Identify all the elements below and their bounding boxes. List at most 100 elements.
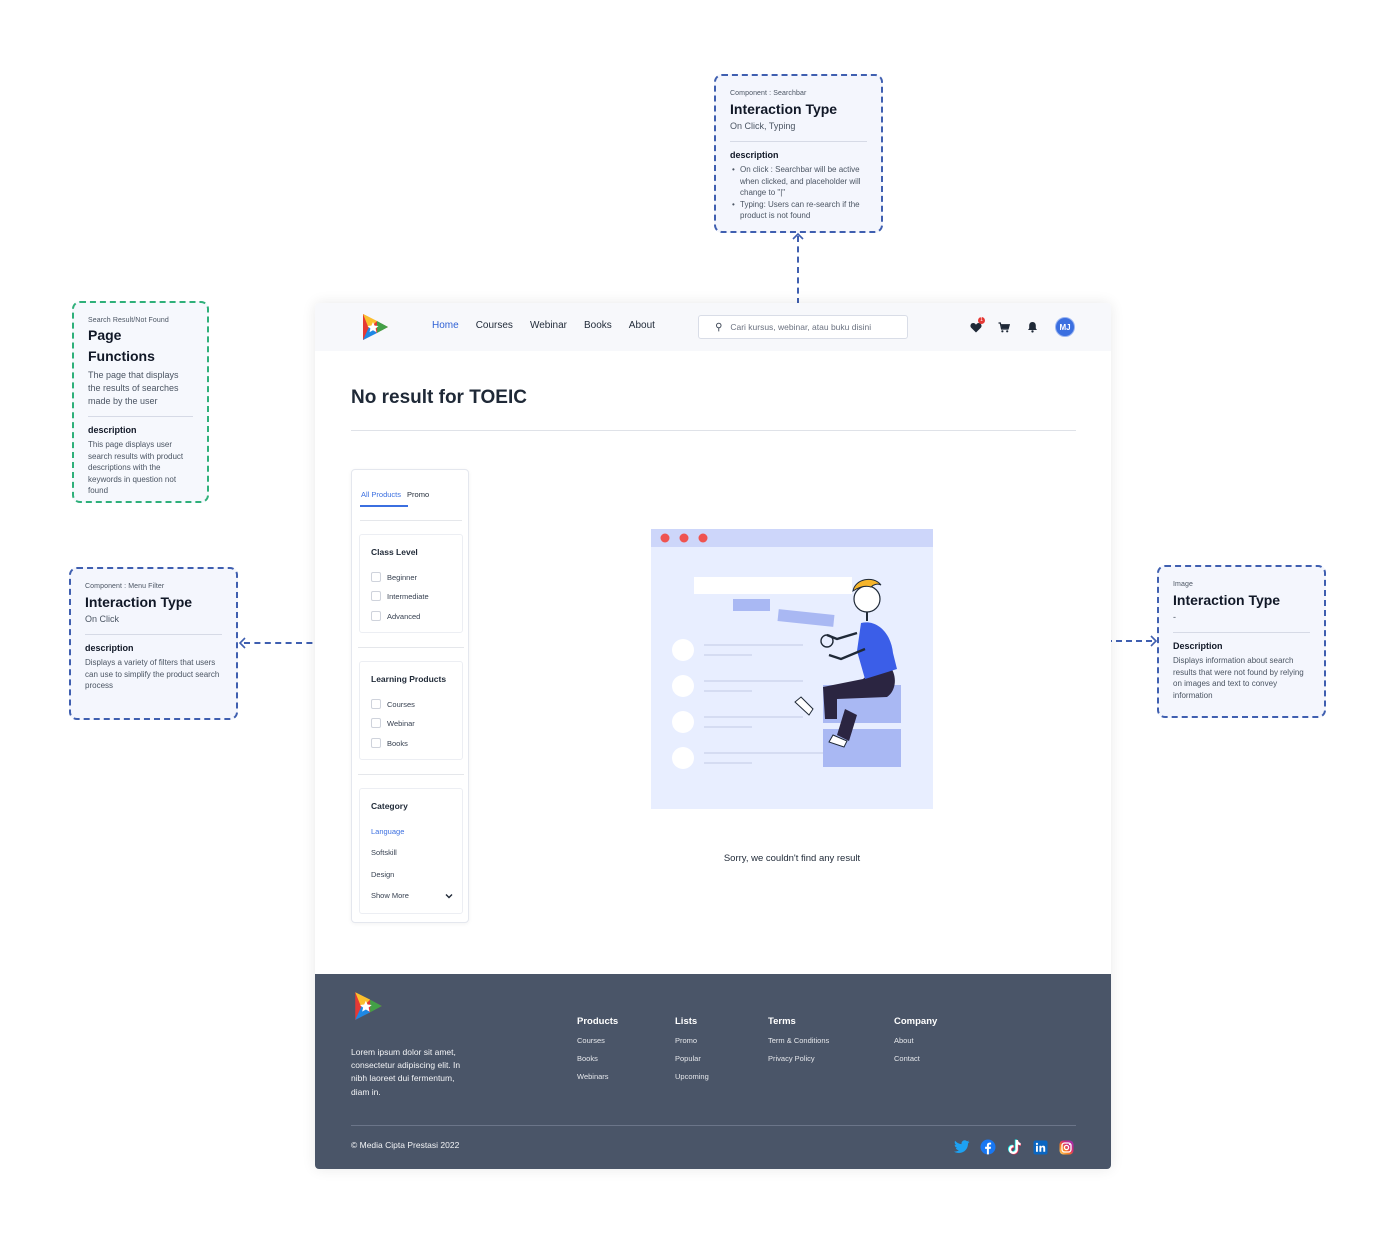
footer-logo-icon[interactable] [351, 989, 385, 1023]
annotation-tag: Component : Searchbar [730, 90, 807, 97]
checkbox-beginner[interactable]: Beginner [371, 572, 417, 582]
learning-products-group: Learning Products Courses Webinar Books [359, 661, 463, 760]
nav-link-about[interactable]: About [629, 320, 655, 331]
learning-products-title: Learning Products [371, 674, 447, 684]
cart-button[interactable] [993, 316, 1015, 338]
checkbox-label: Intermediate [387, 591, 429, 601]
category-item-design[interactable]: Design [371, 870, 394, 879]
footer-link[interactable]: Webinars [577, 1072, 618, 1081]
notification-button[interactable] [1021, 316, 1043, 338]
footer-column-terms: Terms Term & Conditions Privacy Policy [768, 1016, 829, 1072]
footer-link[interactable]: Popular [675, 1054, 709, 1063]
active-tab-indicator [360, 505, 408, 507]
page-title: No result for TOEIC [351, 387, 527, 408]
footer-link[interactable]: Promo [675, 1036, 709, 1045]
category-item-softskill[interactable]: Softskill [371, 848, 397, 857]
checkbox-box[interactable] [371, 718, 381, 728]
search-input[interactable] [730, 322, 901, 332]
footer-link[interactable]: About [894, 1036, 937, 1045]
checkbox-books[interactable]: Books [371, 738, 408, 748]
checkbox-box[interactable] [371, 572, 381, 582]
navbar: Home Courses Webinar Books About ⚲ 1 MJ [315, 303, 1111, 351]
nav-actions: 1 MJ [965, 316, 1075, 338]
annotation-title: Interaction Type [85, 594, 193, 610]
annotation-bullets: On click : Searchbar will be active when… [730, 164, 867, 222]
nav-links: Home Courses Webinar Books About [432, 320, 655, 331]
category-title: Category [371, 801, 408, 811]
tiktok-link[interactable] [1005, 1138, 1023, 1156]
checkbox-webinar[interactable]: Webinar [371, 718, 415, 728]
annotation-desc: This page displays user search results w… [88, 439, 184, 496]
footer-divider [351, 1125, 1076, 1126]
annotation-desc-label: description [88, 424, 137, 435]
image-annotation: Image Interaction Type - Description Dis… [1157, 565, 1326, 718]
annotation-title: Page [88, 327, 122, 343]
nav-link-webinar[interactable]: Webinar [530, 320, 567, 331]
footer-link[interactable]: Privacy Policy [768, 1054, 829, 1063]
show-more-label: Show More [371, 891, 409, 900]
bell-icon [1027, 322, 1037, 333]
footer-column-title: Lists [675, 1016, 698, 1027]
nav-link-courses[interactable]: Courses [476, 320, 513, 331]
checkbox-intermediate[interactable]: Intermediate [371, 591, 429, 601]
linkedin-link[interactable] [1031, 1138, 1049, 1156]
checkbox-label: Courses [387, 699, 415, 709]
annotation-title: Functions [88, 347, 155, 364]
annotation-subtitle: The page that displays the results of se… [88, 369, 179, 406]
twitter-icon [954, 1140, 970, 1153]
footer-about: Lorem ipsum dolor sit amet, consectetur … [351, 1047, 461, 1097]
connector-arrow-up-icon [792, 232, 804, 240]
brand-logo-icon[interactable] [359, 311, 391, 343]
footer-link[interactable]: Courses [577, 1036, 618, 1045]
tab-all-products[interactable]: All Products [361, 490, 401, 499]
footer-column-title: Terms [768, 1016, 796, 1027]
footer-link[interactable]: Term & Conditions [768, 1036, 829, 1045]
footer-link[interactable]: Books [577, 1054, 618, 1063]
annotation-bullet: Typing: Users can re-search if the produ… [730, 199, 867, 222]
wishlist-button[interactable]: 1 [965, 316, 987, 338]
tabs-divider [360, 520, 462, 521]
facebook-link[interactable] [979, 1138, 997, 1156]
footer-column-products: Products Courses Books Webinars [577, 1016, 618, 1090]
cart-icon [998, 321, 1010, 332]
searchbar-connector [797, 236, 799, 304]
checkbox-box[interactable] [371, 699, 381, 709]
search-bar[interactable]: ⚲ [698, 315, 908, 339]
category-item-language[interactable]: Language [371, 827, 404, 836]
tab-promo[interactable]: Promo [407, 490, 429, 499]
checkbox-advanced[interactable]: Advanced [371, 611, 420, 621]
tiktok-icon [1008, 1139, 1021, 1155]
search-result-page: Home Courses Webinar Books About ⚲ 1 MJ … [315, 303, 1111, 1169]
annotation-tag: Image [1173, 581, 1193, 588]
checkbox-label: Webinar [387, 718, 415, 728]
checkbox-box[interactable] [371, 591, 381, 601]
page-functions-annotation: Search Result/Not Found Page Functions T… [72, 301, 209, 503]
annotation-desc: Displays a variety of filters that users… [85, 657, 220, 691]
annotation-subtitle: On Click [85, 613, 120, 624]
instagram-icon [1059, 1140, 1073, 1154]
annotation-desc-label: description [85, 642, 134, 653]
annotation-desc-label: description [730, 149, 779, 160]
title-divider [351, 430, 1076, 431]
nav-link-books[interactable]: Books [584, 320, 612, 331]
show-more-button[interactable]: Show More [371, 891, 453, 900]
footer-column-lists: Lists Promo Popular Upcoming [675, 1016, 709, 1090]
twitter-link[interactable] [953, 1138, 971, 1156]
social-links [953, 1138, 1075, 1156]
facebook-icon [980, 1139, 996, 1155]
annotation-desc: Displays information about search result… [1173, 655, 1304, 700]
instagram-link[interactable] [1057, 1138, 1075, 1156]
annotation-title: Interaction Type [1173, 592, 1281, 608]
empty-state-message: Sorry, we couldn't find any result [723, 853, 861, 864]
nav-link-home[interactable]: Home [432, 320, 459, 331]
annotation-divider [88, 415, 193, 417]
footer-link[interactable]: Upcoming [675, 1072, 709, 1081]
annotation-tag: Search Result/Not Found [88, 317, 169, 324]
footer-link[interactable]: Contact [894, 1054, 937, 1063]
connector-arrow-left-icon [238, 637, 246, 649]
checkbox-box[interactable] [371, 738, 381, 748]
footer: Lorem ipsum dolor sit amet, consectetur … [315, 974, 1111, 1169]
checkbox-courses[interactable]: Courses [371, 699, 415, 709]
avatar[interactable]: MJ [1055, 317, 1075, 337]
checkbox-box[interactable] [371, 611, 381, 621]
